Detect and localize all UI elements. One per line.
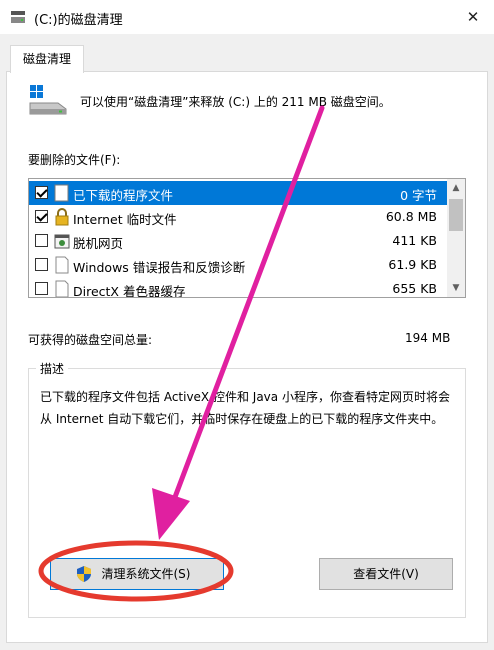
file-size: 61.9 KB xyxy=(388,257,437,272)
offline-page-icon xyxy=(54,234,70,249)
file-name: Internet 临时文件 xyxy=(73,212,177,227)
uac-shield-icon xyxy=(77,566,91,582)
window-title: (C:)的磁盘清理 xyxy=(34,13,123,28)
clean-system-files-button[interactable]: 清理系统文件(S) xyxy=(50,558,224,590)
view-files-button[interactable]: 查看文件(V) xyxy=(319,558,453,590)
list-item[interactable]: Windows 错误报告和反馈诊断 61.9 KB xyxy=(29,253,447,277)
file-name: Windows 错误报告和反馈诊断 xyxy=(73,260,246,275)
scroll-thumb[interactable] xyxy=(449,199,463,231)
title-bar: (C:)的磁盘清理 ✕ xyxy=(0,0,494,34)
drive-icon xyxy=(29,85,67,115)
checkbox[interactable] xyxy=(35,258,48,271)
intro-text: 可以使用“磁盘清理”来释放 (C:) 上的 211 MB 磁盘空间。 xyxy=(80,95,391,109)
checkbox[interactable] xyxy=(35,234,48,247)
description-title: 描述 xyxy=(36,360,69,377)
checkbox[interactable] xyxy=(35,186,48,199)
file-name: 脱机网页 xyxy=(73,236,124,251)
file-name: 已下载的程序文件 xyxy=(73,188,174,203)
lock-icon xyxy=(55,208,69,226)
scroll-down-arrow-icon[interactable]: ▼ xyxy=(447,279,465,297)
file-list[interactable]: 已下载的程序文件 0 字节 Internet 临时文件 60.8 MB 脱机网页… xyxy=(28,178,466,298)
document-icon xyxy=(55,280,69,297)
folder-icon xyxy=(54,184,69,202)
files-to-delete-label: 要删除的文件(F): xyxy=(28,153,121,167)
list-item[interactable]: 已下载的程序文件 0 字节 xyxy=(29,181,447,205)
total-space-label: 可获得的磁盘空间总量: xyxy=(28,333,153,347)
file-size: 60.8 MB xyxy=(385,209,437,224)
file-size: 655 KB xyxy=(392,281,437,296)
file-size: 0 字节 xyxy=(400,188,437,203)
document-icon xyxy=(55,256,69,274)
list-item[interactable]: 脱机网页 411 KB xyxy=(29,229,447,253)
drive-title-icon xyxy=(11,11,25,23)
description-text: 已下载的程序文件包括 ActiveX 控件和 Java 小程序，你查看特定网页时… xyxy=(40,390,450,426)
vertical-scrollbar[interactable]: ▲ ▼ xyxy=(447,179,465,297)
scroll-up-arrow-icon[interactable]: ▲ xyxy=(447,179,465,197)
checkbox[interactable] xyxy=(35,282,48,295)
list-item[interactable]: Internet 临时文件 60.8 MB xyxy=(29,205,447,229)
list-item[interactable]: DirectX 着色器缓存 655 KB xyxy=(29,277,447,298)
total-space-value: 194 MB xyxy=(405,331,451,345)
tab-disk-cleanup[interactable]: 磁盘清理 xyxy=(10,45,84,73)
clean-system-files-label: 清理系统文件(S) xyxy=(101,567,191,581)
file-size: 411 KB xyxy=(392,233,437,248)
close-button[interactable]: ✕ xyxy=(456,2,490,32)
file-name: DirectX 着色器缓存 xyxy=(73,284,186,298)
checkbox[interactable] xyxy=(35,210,48,223)
